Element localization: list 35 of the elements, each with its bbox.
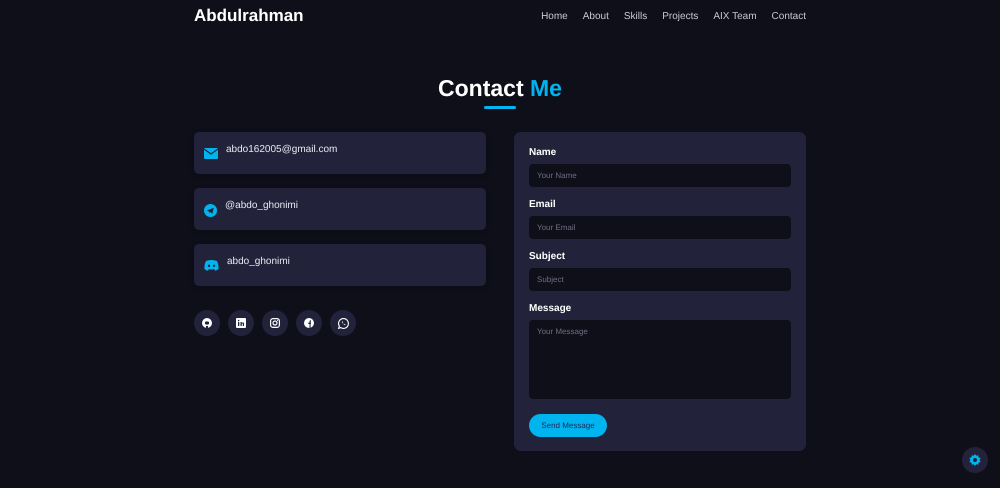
input-field[interactable]: Subject [529, 268, 791, 291]
social-link[interactable] [330, 310, 356, 336]
contact-text: abdo_ghonimi [227, 256, 290, 267]
contact-text: abdo162005@gmail.com [226, 144, 338, 155]
section-title: Contact Me [438, 74, 562, 102]
envelope-icon [204, 148, 218, 159]
nav-link[interactable]: AIX Team [713, 10, 757, 22]
nav-link[interactable]: Contact [772, 10, 806, 22]
linkedin-icon [236, 318, 246, 328]
nav-link[interactable]: Projects [662, 10, 698, 22]
title-underline [484, 106, 516, 109]
facebook-icon [304, 318, 314, 328]
input-field[interactable]: Your Email [529, 216, 791, 239]
field-label: Email [529, 199, 557, 210]
whatsapp-icon [338, 318, 348, 328]
nav-link[interactable]: About [582, 10, 609, 22]
settings-icon [969, 454, 981, 466]
contact-text: @abdo_ghonimi [225, 200, 298, 211]
field-label: Message [529, 303, 572, 314]
telegram-icon [204, 204, 217, 217]
field-label: Name [529, 147, 558, 158]
send-button[interactable]: Send Message [529, 414, 607, 437]
message-field[interactable]: Your Message [529, 320, 791, 399]
social-link[interactable] [262, 310, 288, 336]
input-field[interactable]: Your Name [529, 164, 791, 187]
social-link[interactable] [296, 310, 322, 336]
nav-link[interactable]: Skills [624, 10, 648, 22]
social-link[interactable] [194, 310, 220, 336]
social-link[interactable] [228, 310, 254, 336]
discord-icon [204, 260, 219, 271]
field-label: Subject [529, 251, 566, 262]
site-logo[interactable]: Abdulrahman [194, 6, 304, 26]
instagram-icon [270, 318, 280, 328]
settings-button[interactable] [962, 447, 988, 473]
nav-link[interactable]: Home [541, 10, 568, 22]
